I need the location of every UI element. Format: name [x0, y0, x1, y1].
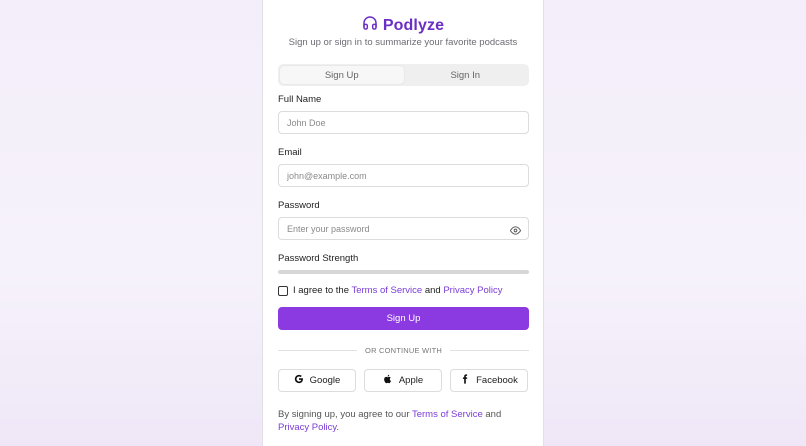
- full-name-label: Full Name: [278, 94, 322, 105]
- google-icon: [294, 374, 304, 387]
- eye-icon[interactable]: [510, 223, 521, 235]
- page-subtitle: Sign up or sign in to summarize your fav…: [288, 37, 518, 48]
- continue-divider: OR CONTINUE WITH: [278, 345, 530, 355]
- apple-icon: [383, 374, 393, 387]
- apple-label: Apple: [398, 375, 424, 386]
- footer-suffix: .: [336, 422, 340, 433]
- agree-checkbox[interactable]: [278, 285, 288, 296]
- tab-sign-in[interactable]: Sign In: [404, 66, 528, 84]
- agree-prefix: I agree to the: [293, 285, 349, 296]
- password-strength-bar: [278, 270, 529, 274]
- email-input[interactable]: [278, 164, 529, 187]
- agree-and: and: [424, 285, 441, 296]
- apple-button[interactable]: Apple: [364, 369, 442, 392]
- tab-sign-up[interactable]: Sign Up: [280, 66, 404, 84]
- headphones-icon: [362, 15, 378, 36]
- facebook-label: Facebook: [476, 375, 518, 386]
- agree-text: I agree to the Terms of Service and Priv…: [293, 285, 502, 296]
- brand-name: Podlyze: [382, 16, 445, 34]
- auth-tabs: Sign Up Sign In: [278, 64, 529, 86]
- google-label: Google: [309, 375, 341, 386]
- footer-disclaimer: By signing up, you agree to our Terms of…: [278, 408, 529, 434]
- auth-card: Podlyze Sign up or sign in to summarize …: [262, 0, 544, 446]
- footer-and: and: [485, 409, 502, 420]
- brand-header: Podlyze: [263, 15, 543, 36]
- divider-text: OR CONTINUE WITH: [365, 345, 442, 355]
- footer-privacy-link[interactable]: Privacy Policy: [278, 422, 336, 433]
- password-strength-label: Password Strength: [278, 253, 359, 264]
- sign-up-button[interactable]: Sign Up: [278, 307, 529, 330]
- password-input[interactable]: [278, 217, 529, 240]
- privacy-link[interactable]: Privacy Policy: [443, 285, 502, 296]
- google-button[interactable]: Google: [278, 369, 356, 392]
- footer-terms-link[interactable]: Terms of Service: [412, 409, 483, 420]
- password-label: Password: [278, 200, 320, 211]
- divider-line-right: [449, 349, 530, 351]
- facebook-icon: [460, 374, 470, 387]
- full-name-input[interactable]: [278, 111, 529, 134]
- footer-prefix: By signing up, you agree to our: [278, 409, 410, 420]
- terms-agreement: I agree to the Terms of Service and Priv…: [278, 285, 502, 296]
- divider-line-left: [278, 349, 358, 351]
- email-label: Email: [278, 147, 302, 158]
- terms-link[interactable]: Terms of Service: [351, 285, 422, 296]
- facebook-button[interactable]: Facebook: [450, 369, 528, 392]
